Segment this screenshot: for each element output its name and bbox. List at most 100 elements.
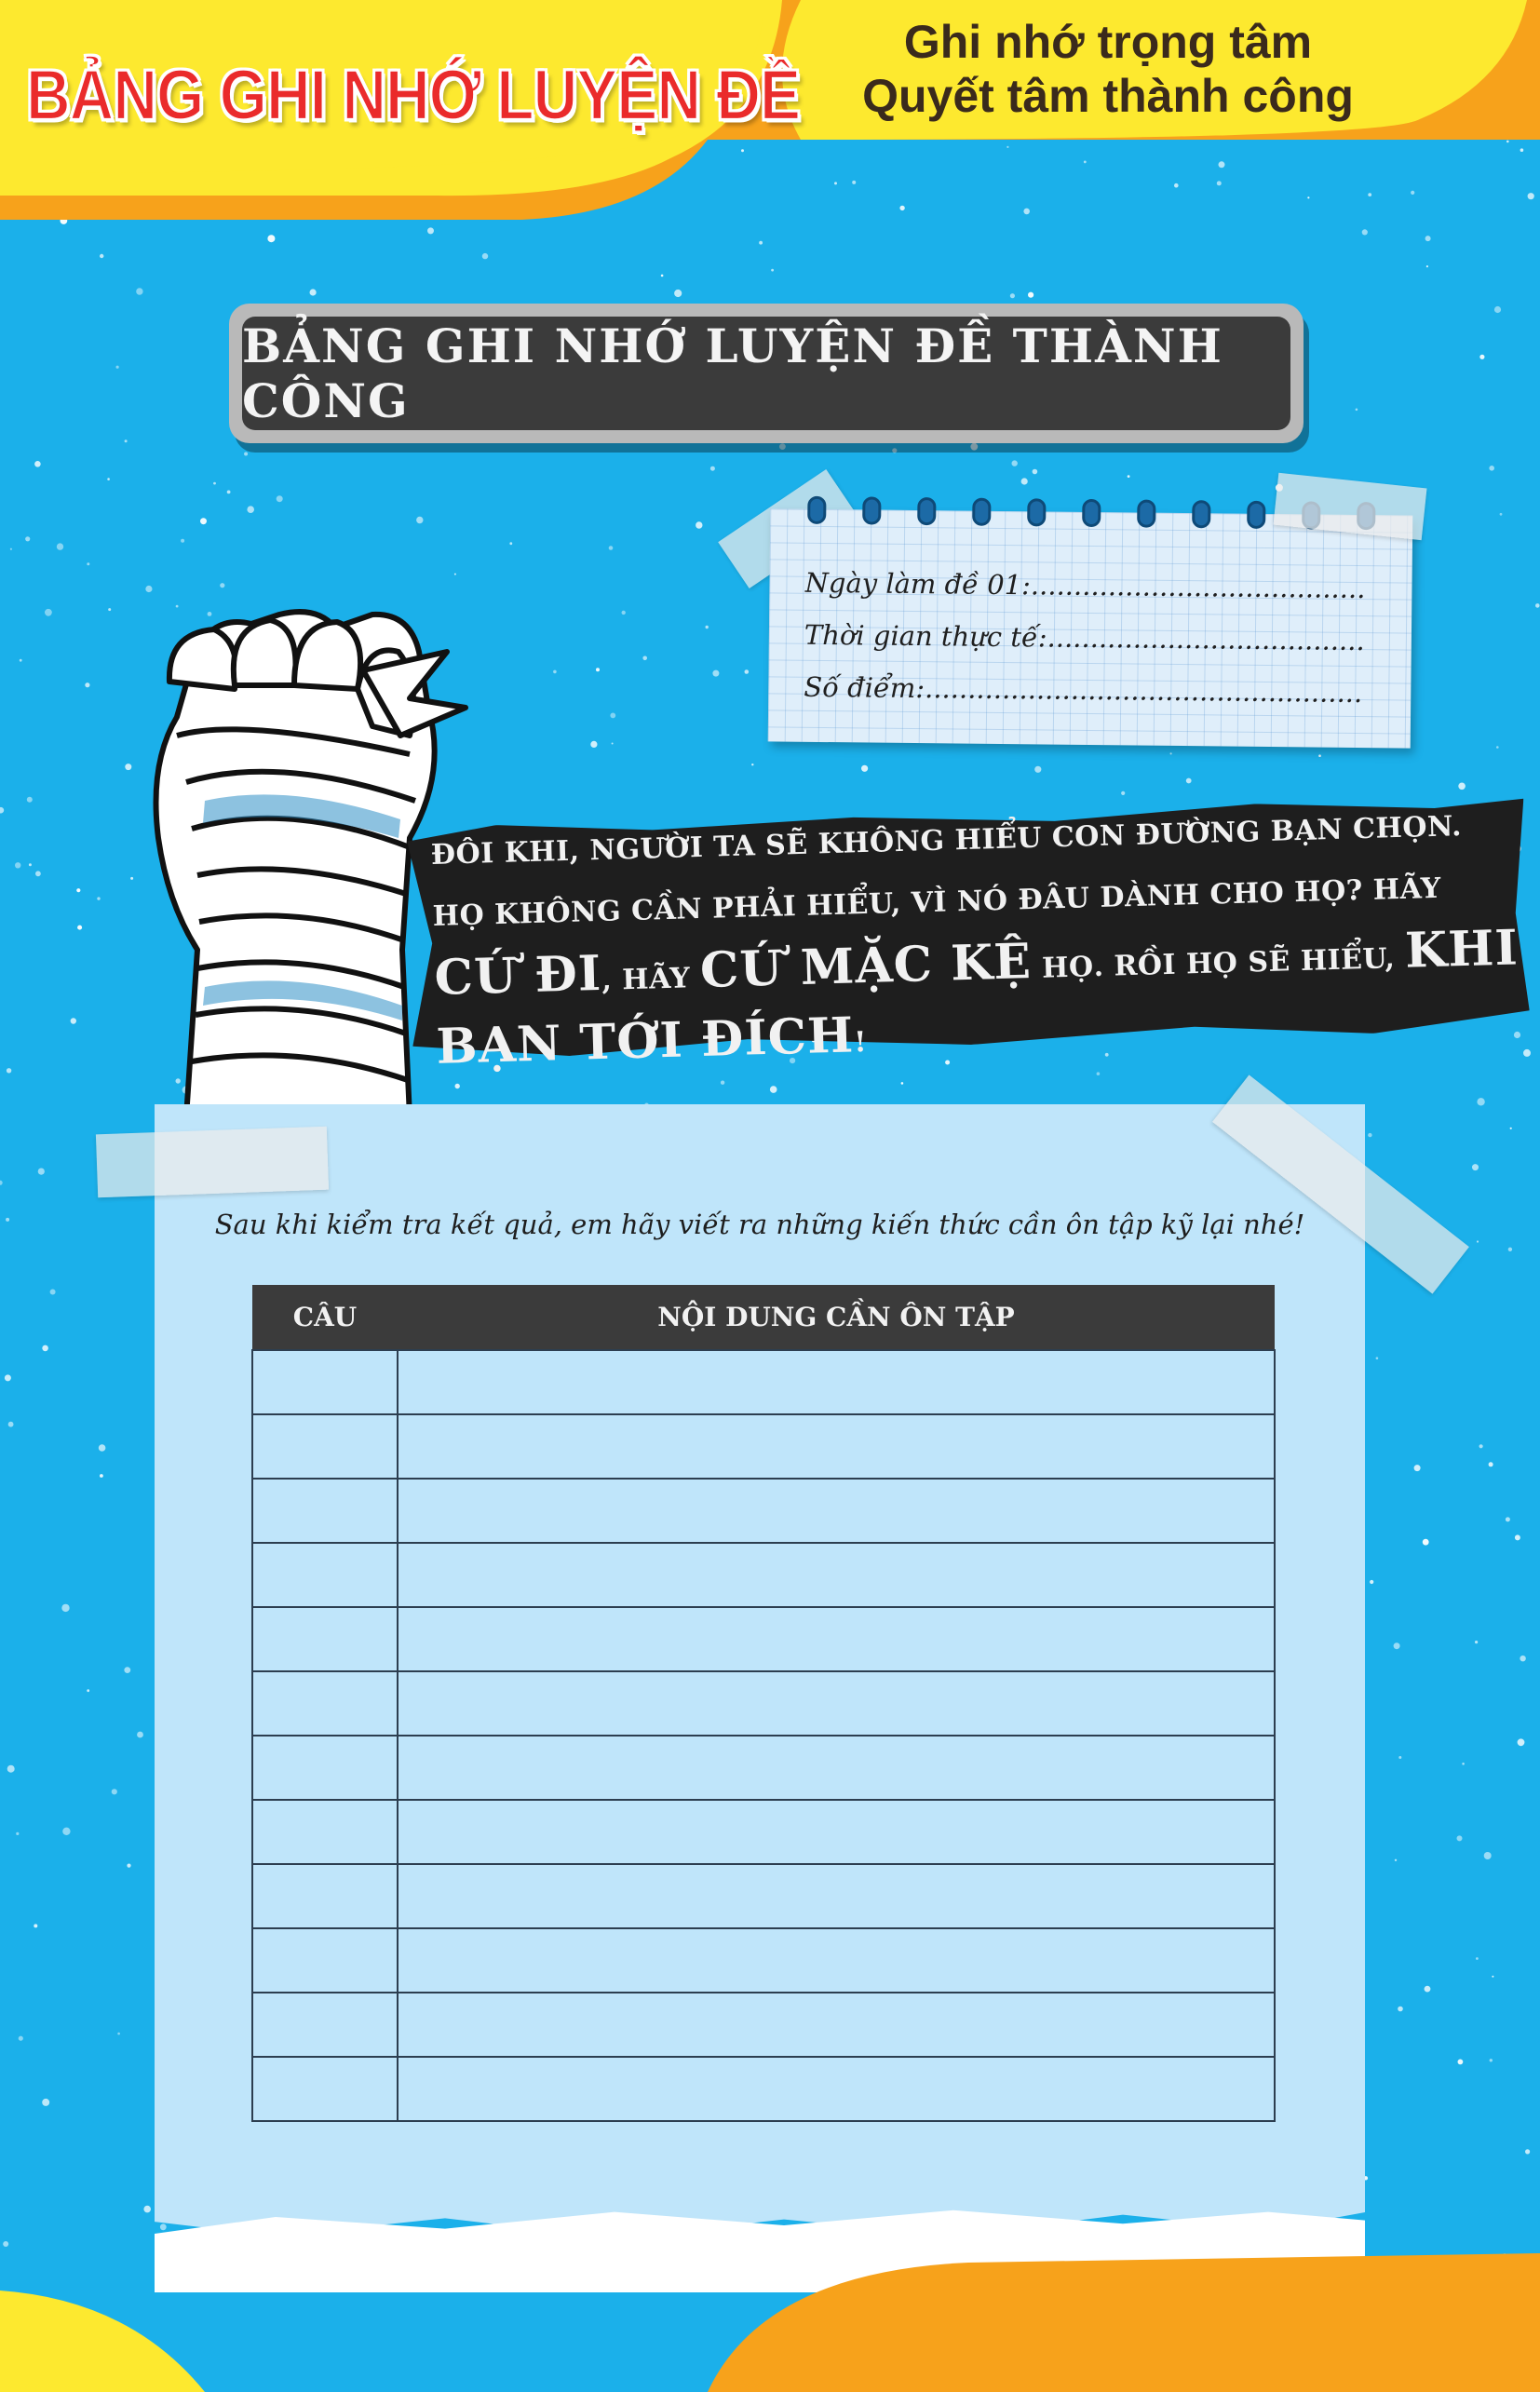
content-cell[interactable] bbox=[397, 1349, 1276, 1415]
content-cell[interactable] bbox=[397, 1992, 1276, 2058]
speckle bbox=[98, 1444, 106, 1452]
speckle bbox=[621, 610, 626, 615]
speckle bbox=[1361, 229, 1368, 236]
speckle bbox=[453, 573, 456, 575]
question-cell[interactable] bbox=[251, 2056, 399, 2122]
speckle bbox=[751, 764, 754, 766]
speckle bbox=[115, 365, 119, 369]
question-cell[interactable] bbox=[251, 1670, 399, 1737]
speckle bbox=[34, 1924, 38, 1928]
speckle bbox=[1479, 1444, 1483, 1449]
speckle bbox=[1472, 1164, 1479, 1171]
exam-date-field[interactable]: Ngày làm đề 01:.........................… bbox=[804, 567, 1363, 604]
speckle bbox=[900, 1082, 904, 1085]
speckle bbox=[181, 538, 185, 543]
question-cell[interactable] bbox=[251, 1927, 399, 1993]
speckle bbox=[137, 1731, 143, 1738]
motivational-quote: Đôi khi, người ta sẽ không hiểu con đườn… bbox=[430, 794, 1526, 1086]
speckle bbox=[1496, 746, 1499, 749]
table-row bbox=[251, 1927, 1276, 1993]
column-header-content: Nội dung cần ôn tập bbox=[398, 1285, 1275, 1350]
speckle bbox=[37, 1168, 45, 1175]
main-title-plate: BẢNG GHI NHỚ LUYỆN ĐỀ THÀNH CÔNG bbox=[229, 304, 1304, 443]
speckle bbox=[1318, 754, 1321, 757]
main-title-inner: BẢNG GHI NHỚ LUYỆN ĐỀ THÀNH CÔNG bbox=[242, 317, 1290, 430]
speckle bbox=[7, 1764, 15, 1773]
content-cell[interactable] bbox=[397, 1735, 1276, 1801]
speckle bbox=[56, 543, 64, 550]
speckle bbox=[1398, 1756, 1402, 1759]
speckle bbox=[1505, 1517, 1510, 1522]
speckle bbox=[696, 521, 703, 529]
speckle bbox=[62, 1827, 71, 1836]
content-cell[interactable] bbox=[397, 1413, 1276, 1480]
question-cell[interactable] bbox=[251, 1992, 399, 2058]
speckle bbox=[642, 655, 647, 661]
question-cell[interactable] bbox=[251, 1349, 399, 1415]
speckle bbox=[610, 712, 616, 719]
score-field[interactable]: Số điểm:................................… bbox=[804, 671, 1362, 709]
speckle bbox=[1462, 1763, 1465, 1765]
speckle bbox=[35, 871, 41, 877]
question-cell[interactable] bbox=[251, 1735, 399, 1801]
speckle bbox=[720, 1080, 725, 1085]
speckle bbox=[1020, 478, 1028, 485]
content-cell[interactable] bbox=[397, 1799, 1276, 1865]
speckle bbox=[6, 1068, 12, 1074]
content-cell[interactable] bbox=[397, 1863, 1276, 1929]
table-row bbox=[251, 1349, 1276, 1415]
table-row bbox=[251, 1863, 1276, 1929]
speckle bbox=[1535, 603, 1540, 608]
speckle bbox=[1476, 1957, 1479, 1960]
content-cell[interactable] bbox=[397, 1670, 1276, 1737]
question-cell[interactable] bbox=[251, 1606, 399, 1672]
speckle bbox=[1370, 1579, 1374, 1585]
speckle bbox=[97, 897, 101, 900]
question-cell[interactable] bbox=[251, 1413, 399, 1480]
speckle bbox=[1413, 1465, 1421, 1472]
note-ring bbox=[917, 497, 937, 526]
content-cell[interactable] bbox=[397, 1606, 1276, 1672]
review-table: Câu Nội dung cần ôn tập bbox=[251, 1285, 1276, 2122]
speckle bbox=[1477, 1098, 1485, 1106]
content-cell[interactable] bbox=[397, 2056, 1276, 2122]
note-ring bbox=[1137, 499, 1156, 528]
speckle bbox=[596, 668, 600, 672]
review-instruction: Sau khi kiểm tra kết quả, em hãy viết ra… bbox=[214, 1209, 1305, 1240]
speckle bbox=[85, 682, 90, 688]
content-cell[interactable] bbox=[397, 1478, 1276, 1544]
speckle bbox=[1425, 265, 1428, 268]
quote-part-2: , hãy bbox=[601, 961, 701, 997]
speckle bbox=[100, 1474, 103, 1478]
speckle bbox=[1034, 765, 1042, 773]
speckle bbox=[1499, 512, 1503, 516]
question-cell[interactable] bbox=[251, 1799, 399, 1865]
note-ring bbox=[1247, 500, 1266, 529]
speckle bbox=[108, 608, 112, 612]
speckle bbox=[124, 439, 128, 443]
speckle bbox=[1169, 752, 1172, 755]
content-cell[interactable] bbox=[397, 1927, 1276, 1993]
content-cell[interactable] bbox=[397, 1542, 1276, 1608]
speckle bbox=[309, 289, 317, 296]
speckle bbox=[1127, 475, 1130, 478]
speckle bbox=[111, 1789, 117, 1795]
speckle bbox=[759, 240, 763, 245]
note-ring bbox=[1082, 498, 1101, 528]
speckle bbox=[861, 764, 869, 772]
speckle bbox=[1458, 782, 1466, 791]
question-cell[interactable] bbox=[251, 1542, 399, 1608]
speckle bbox=[267, 235, 276, 243]
question-cell[interactable] bbox=[251, 1478, 399, 1544]
speckle bbox=[771, 268, 774, 272]
speckle bbox=[136, 288, 143, 295]
brand-title: BẢNG GHI NHỚ LUYỆN ĐỀ bbox=[25, 54, 802, 135]
speckle bbox=[892, 448, 898, 453]
question-cell[interactable] bbox=[251, 1863, 399, 1929]
speckle bbox=[226, 490, 231, 494]
actual-time-field[interactable]: Thời gian thực tế:......................… bbox=[804, 619, 1363, 656]
speckle bbox=[427, 227, 434, 235]
quote-emphasis-2: cứ mặc kệ bbox=[699, 933, 1033, 999]
table-row bbox=[251, 1799, 1276, 1865]
speckle bbox=[712, 669, 720, 677]
